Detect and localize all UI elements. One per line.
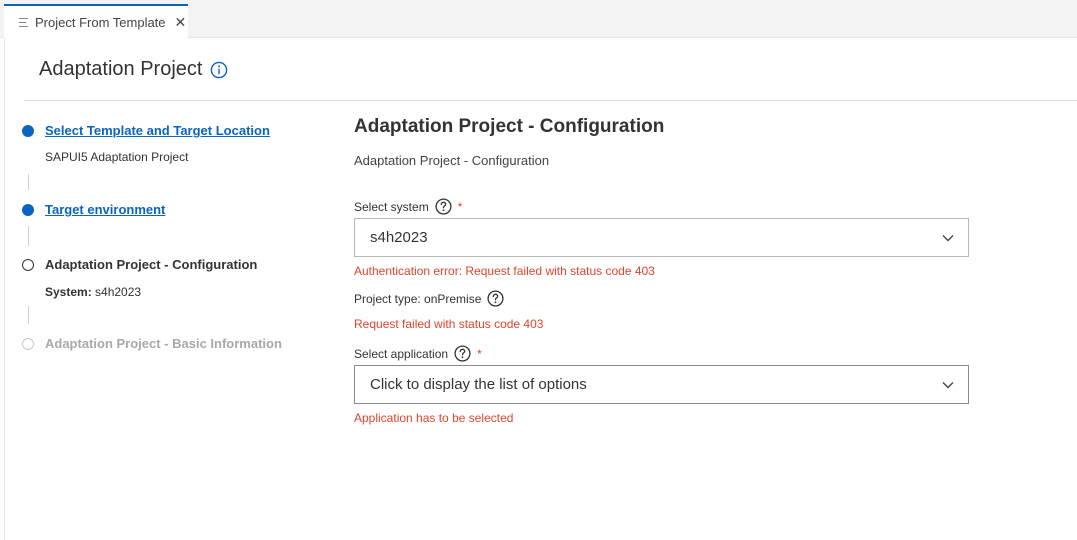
step-detail-value: s4h2023 — [95, 285, 142, 299]
select-application-label-text: Select application — [354, 346, 449, 361]
form-subtitle: Adaptation Project - Configuration — [354, 153, 550, 168]
application-select[interactable]: Click to display the list of options — [354, 365, 969, 404]
step-detail-label: System: — [45, 285, 92, 299]
step-detail: SAPUI5 Adaptation Project — [45, 150, 189, 164]
step-connector — [28, 174, 29, 190]
select-system-label: Select system * — [354, 198, 462, 215]
step-disabled-dot — [22, 337, 34, 350]
step-connector — [28, 306, 29, 324]
help-icon[interactable] — [487, 290, 504, 307]
page-header: Adaptation Project — [39, 58, 228, 81]
help-icon[interactable] — [435, 198, 452, 215]
close-icon[interactable]: ✕ — [175, 15, 187, 29]
step-current-dot — [22, 258, 34, 271]
editor-tab-bar: Project From Template ✕ — [0, 0, 1077, 38]
step-configuration: Adaptation Project - Configuration — [22, 257, 257, 272]
select-application-label: Select application * — [354, 345, 482, 362]
step-basic-information: Adaptation Project - Basic Information — [22, 336, 282, 351]
select-system-label-text: Select system — [354, 199, 429, 214]
application-select-placeholder: Click to display the list of options — [370, 376, 587, 393]
chevron-down-icon — [942, 234, 954, 241]
info-icon[interactable] — [210, 61, 228, 79]
required-mark: * — [477, 346, 482, 361]
tab-label: Project From Template — [35, 14, 166, 30]
system-select-value: s4h2023 — [370, 229, 428, 246]
content-border — [4, 38, 5, 540]
step-link-select-template[interactable]: Select Template and Target Location — [45, 123, 270, 138]
step-connector — [28, 226, 29, 246]
step-target-environment[interactable]: Target environment — [22, 202, 165, 217]
required-mark: * — [457, 199, 463, 214]
menu-lines-icon — [19, 17, 28, 27]
header-divider — [24, 100, 1077, 101]
tab-project-from-template[interactable]: Project From Template ✕ — [4, 4, 188, 38]
step-select-template[interactable]: Select Template and Target Location — [22, 123, 270, 138]
project-type-label-text: Project type: onPremise — [354, 291, 482, 306]
step-completed-dot — [22, 124, 34, 137]
step-label-configuration: Adaptation Project - Configuration — [45, 257, 258, 272]
system-error-message: Authentication error: Request failed wit… — [354, 264, 655, 278]
step-link-target-environment[interactable]: Target environment — [45, 202, 165, 217]
form-title: Adaptation Project - Configuration — [354, 116, 665, 137]
step-completed-dot — [22, 203, 34, 216]
application-error-message: Application has to be selected — [354, 411, 514, 425]
chevron-down-icon — [942, 381, 954, 388]
help-icon[interactable] — [454, 345, 471, 362]
system-select[interactable]: s4h2023 — [354, 218, 969, 257]
page-title: Adaptation Project — [39, 58, 203, 80]
step-detail-system: System: s4h2023 — [45, 285, 141, 299]
project-type-label: Project type: onPremise — [354, 290, 504, 307]
project-type-error-message: Request failed with status code 403 — [354, 317, 544, 331]
step-label-basic-information: Adaptation Project - Basic Information — [45, 336, 282, 351]
